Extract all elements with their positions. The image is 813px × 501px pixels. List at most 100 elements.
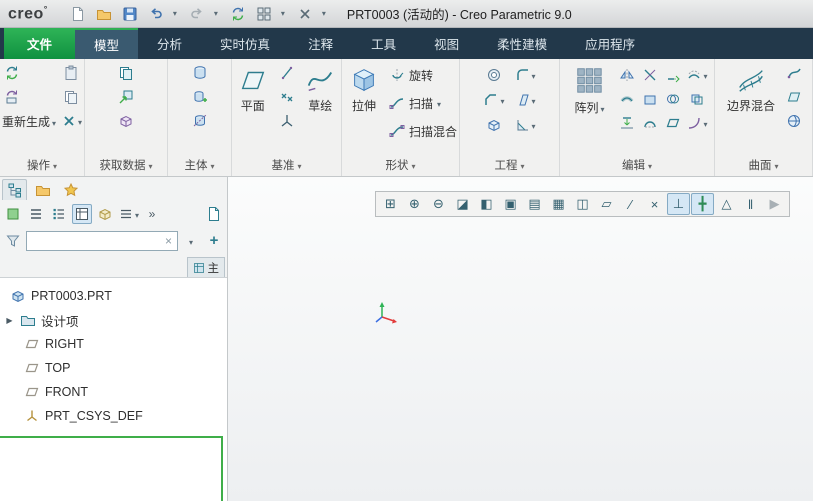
flatten-icon[interactable] bbox=[663, 113, 683, 133]
tab-model[interactable]: 模型 bbox=[75, 28, 139, 59]
zoom-region-button[interactable]: ⊞ bbox=[379, 193, 402, 215]
plane-button[interactable]: 平面 bbox=[234, 63, 272, 114]
tree-columns-icon[interactable] bbox=[49, 204, 69, 224]
tree-item-right[interactable]: RIGHT bbox=[0, 332, 227, 356]
tab-tools[interactable]: 工具 bbox=[352, 28, 415, 59]
mirror-icon[interactable] bbox=[617, 65, 637, 85]
redo-dropdown[interactable] bbox=[214, 10, 222, 18]
body-split-icon[interactable] bbox=[190, 111, 210, 131]
default-csys-marker[interactable] bbox=[368, 299, 402, 333]
regenerate-button[interactable]: 重新生成 bbox=[2, 113, 56, 130]
toolbar-overflow-button[interactable] bbox=[142, 204, 162, 224]
round-icon[interactable] bbox=[515, 65, 536, 85]
tree-settings-dropdown[interactable] bbox=[135, 205, 139, 223]
enhanced-realism-button[interactable]: ◧ bbox=[475, 193, 498, 215]
tab-file[interactable]: 文件 bbox=[4, 28, 76, 59]
draft-dropdown[interactable] bbox=[532, 91, 536, 109]
copy-icon[interactable] bbox=[61, 87, 81, 107]
undo-dropdown[interactable] bbox=[173, 10, 181, 18]
new-body-icon[interactable] bbox=[190, 63, 210, 83]
tree-show-icon[interactable] bbox=[95, 204, 115, 224]
tree-item-csys[interactable]: PRT_CSYS_DEF bbox=[0, 404, 227, 428]
solidify-icon[interactable] bbox=[640, 89, 660, 109]
expander-icon[interactable] bbox=[4, 316, 15, 325]
redo-icon[interactable] bbox=[188, 4, 207, 23]
tab-live-simulation[interactable]: 实时仿真 bbox=[201, 28, 289, 59]
tab-flexible-modeling[interactable]: 柔性建模 bbox=[478, 28, 566, 59]
round-dropdown[interactable] bbox=[532, 66, 536, 84]
sweep-button[interactable]: 扫描 bbox=[389, 91, 441, 115]
datum-csys-icon[interactable] bbox=[277, 111, 297, 131]
model-tree-tab[interactable] bbox=[2, 179, 27, 200]
project-icon[interactable] bbox=[617, 113, 637, 133]
extend-icon[interactable] bbox=[663, 65, 683, 85]
bend-dropdown[interactable] bbox=[703, 114, 707, 132]
intersect-icon[interactable] bbox=[663, 89, 683, 109]
windows-dropdown[interactable] bbox=[281, 10, 289, 18]
datum-axis-icon[interactable] bbox=[277, 63, 297, 83]
tab-applications[interactable]: 应用程序 bbox=[566, 28, 654, 59]
play-button[interactable]: ▶ bbox=[763, 193, 786, 215]
swept-blend-button[interactable]: 扫描混合 bbox=[389, 119, 457, 143]
tree-item-top[interactable]: TOP bbox=[0, 356, 227, 380]
display-style-button[interactable]: ◫ bbox=[571, 193, 594, 215]
chamfer-dropdown[interactable] bbox=[500, 91, 504, 109]
refit-button[interactable]: ▣ bbox=[499, 193, 522, 215]
group-label-get-data[interactable]: 获取数据 bbox=[85, 156, 167, 176]
offset-icon[interactable] bbox=[686, 65, 707, 85]
tree-item-design-items[interactable]: 设计项 bbox=[0, 308, 227, 332]
datum-axis-display-button[interactable]: ∕ bbox=[619, 193, 642, 215]
tree-settings-icon[interactable] bbox=[118, 204, 139, 224]
save-icon[interactable] bbox=[121, 4, 140, 23]
merge-icon[interactable] bbox=[686, 89, 707, 109]
group-label-body[interactable]: 主体 bbox=[168, 156, 231, 176]
regenerate-quick-icon[interactable] bbox=[229, 4, 248, 23]
clear-filter-icon[interactable] bbox=[160, 232, 177, 250]
panel-tab-main[interactable]: 主 bbox=[186, 257, 225, 277]
saved-orientations-button[interactable]: ▤ bbox=[523, 193, 546, 215]
delete-icon[interactable] bbox=[61, 111, 82, 131]
group-label-surfaces[interactable]: 曲面 bbox=[715, 156, 812, 176]
thicken-icon[interactable] bbox=[617, 89, 637, 109]
shrinkwrap-icon[interactable] bbox=[116, 111, 136, 131]
user-defined-feature-icon[interactable] bbox=[116, 63, 136, 83]
repaint-button[interactable]: ◪ bbox=[451, 193, 474, 215]
tab-analysis[interactable]: 分析 bbox=[138, 28, 201, 59]
delete-dropdown[interactable] bbox=[78, 112, 82, 130]
rib-dropdown[interactable] bbox=[532, 116, 536, 134]
regenerate-manager-icon[interactable] bbox=[2, 87, 22, 107]
capture-button[interactable]: ▦ bbox=[547, 193, 570, 215]
pattern-dropdown[interactable] bbox=[600, 101, 604, 115]
detach-panel-icon[interactable] bbox=[204, 204, 224, 224]
tree-item-front[interactable]: FRONT bbox=[0, 380, 227, 404]
csys-display-button[interactable]: ⊥ bbox=[667, 193, 690, 215]
pattern-button[interactable]: 阵列 bbox=[566, 63, 612, 116]
filter-funnel-icon[interactable] bbox=[3, 231, 23, 251]
close-window-icon[interactable] bbox=[296, 4, 315, 23]
new-file-icon[interactable] bbox=[69, 4, 88, 23]
group-label-datum[interactable]: 基准 bbox=[232, 156, 341, 176]
bend-icon[interactable] bbox=[686, 113, 707, 133]
spin-center-button[interactable]: ╋ bbox=[691, 193, 714, 215]
customize-toolbar-dropdown[interactable] bbox=[322, 10, 330, 18]
zoom-in-button[interactable]: ⊕ bbox=[403, 193, 426, 215]
add-filter-button[interactable] bbox=[204, 231, 224, 251]
tree-part-icon[interactable] bbox=[3, 204, 23, 224]
sweep-dropdown[interactable] bbox=[437, 96, 441, 110]
shell-icon[interactable] bbox=[483, 115, 504, 135]
annotation-display-button[interactable]: △ bbox=[715, 193, 738, 215]
folder-browser-tab[interactable] bbox=[30, 179, 55, 200]
body-operations-icon[interactable] bbox=[190, 87, 210, 107]
windows-icon[interactable] bbox=[255, 4, 274, 23]
tree-list-icon[interactable] bbox=[26, 204, 46, 224]
undo-icon[interactable] bbox=[147, 4, 166, 23]
fill-icon[interactable] bbox=[784, 87, 804, 107]
tree-item-part[interactable]: PRT0003.PRT bbox=[0, 284, 227, 308]
sketch-button[interactable]: 草绘 bbox=[302, 63, 340, 114]
open-icon[interactable] bbox=[95, 4, 114, 23]
paste-icon[interactable] bbox=[61, 63, 81, 83]
group-label-operations[interactable]: 操作 bbox=[0, 156, 84, 176]
datum-point-display-button[interactable]: × bbox=[643, 193, 666, 215]
boundary-blend-button[interactable]: 边界混合 bbox=[723, 63, 779, 114]
offset-dropdown[interactable] bbox=[703, 66, 707, 84]
